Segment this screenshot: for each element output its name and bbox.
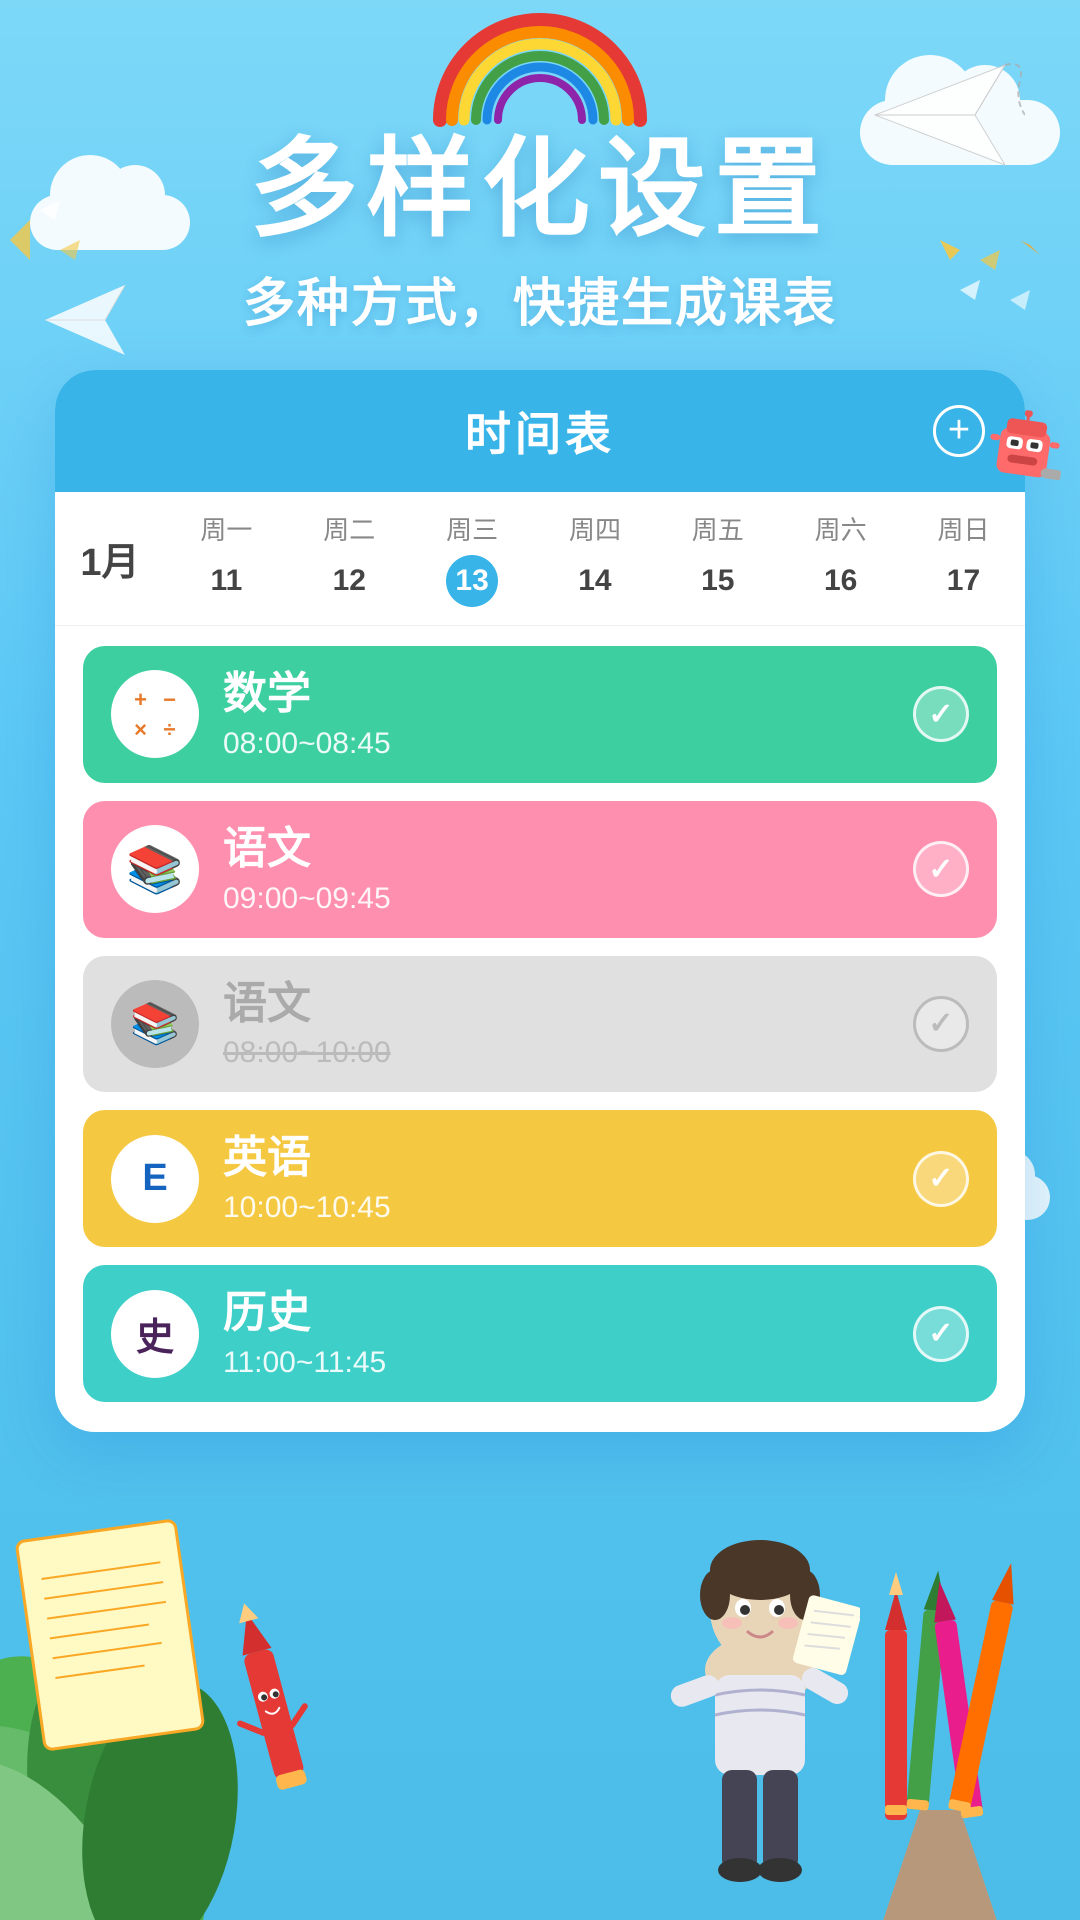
- day-num-label[interactable]: 16: [815, 555, 867, 607]
- schedule-item-3[interactable]: 📚 语文 08:00~10:00 ✓: [83, 956, 997, 1093]
- title-area: 多样化设置 多种方式，快捷生成课表: [0, 130, 1080, 336]
- yellow-paper-icon: [0, 1497, 226, 1772]
- day-num-label[interactable]: 11: [200, 555, 252, 607]
- rainbow-icon: [430, 10, 650, 130]
- schedule-name-4: 英语: [223, 1132, 889, 1185]
- checkmark-icon: ✓: [928, 1161, 953, 1196]
- math-icon: +− ×÷: [128, 687, 182, 741]
- day-num-label[interactable]: 12: [323, 555, 375, 607]
- schedule-info-5: 历史 11:00~11:45: [223, 1287, 889, 1380]
- add-button[interactable]: +: [933, 405, 985, 457]
- history-icon: 史: [136, 1306, 174, 1361]
- schedule-info-1: 数学 08:00~08:45: [223, 668, 889, 761]
- day-name-label: 周四: [569, 510, 621, 547]
- schedule-item-5[interactable]: 史历史 11:00~11:45 ✓: [83, 1265, 997, 1402]
- day-num-label[interactable]: 13: [446, 555, 498, 607]
- day-cell-17[interactable]: 周日 17: [937, 510, 989, 607]
- schedule-info-4: 英语 10:00~10:45: [223, 1132, 889, 1225]
- day-cell-14[interactable]: 周四 14: [569, 510, 621, 607]
- schedule-check-3[interactable]: ✓: [913, 996, 969, 1052]
- schedule-icon-2: 📚: [111, 825, 199, 913]
- schedule-item-1[interactable]: +− ×÷ 数学 08:00~08:45 ✓: [83, 646, 997, 783]
- schedule-icon-3: 📚: [111, 980, 199, 1068]
- schedule-time-5: 11:00~11:45: [223, 1346, 889, 1380]
- month-label: 1月: [55, 510, 165, 607]
- plus-icon: +: [948, 411, 970, 449]
- schedule-time-2: 09:00~09:45: [223, 882, 889, 916]
- day-name-label: 周日: [937, 510, 989, 547]
- week-days: 周一 11 周二 12 周三 13 周四 14 周五 15 周六 16 周日 17: [165, 510, 1025, 607]
- schedule-check-1[interactable]: ✓: [913, 686, 969, 742]
- schedule-list: +− ×÷ 数学 08:00~08:45 ✓ 📚 语文 09:00~09:45 ✓ 📚 语文 08…: [55, 626, 1025, 1402]
- checkmark-icon: ✓: [928, 852, 953, 887]
- books-icon: 📚: [126, 842, 183, 897]
- sub-title: 多种方式，快捷生成课表: [0, 261, 1080, 336]
- day-name-label: 周六: [815, 510, 867, 547]
- schedule-time-1: 08:00~08:45: [223, 727, 889, 761]
- schedule-check-4[interactable]: ✓: [913, 1151, 969, 1207]
- schedule-item-4[interactable]: E 英语 10:00~10:45 ✓: [83, 1110, 997, 1247]
- schedule-name-5: 历史: [223, 1287, 889, 1340]
- schedule-info-3: 语文 08:00~10:00: [223, 978, 889, 1071]
- week-row: 1月 周一 11 周二 12 周三 13 周四 14 周五 15 周六 16 周日 17: [55, 492, 1025, 626]
- day-cell-12[interactable]: 周二 12: [323, 510, 375, 607]
- schedule-name-2: 语文: [223, 823, 889, 876]
- schedule-icon-4: E: [111, 1135, 199, 1223]
- main-title: 多样化设置: [0, 130, 1080, 249]
- day-name-label: 周一: [200, 510, 252, 547]
- background: 多样化设置 多种方式，快捷生成课表 时间表 + 1月 周一11周二12周三13周…: [0, 0, 1080, 1920]
- schedule-icon-1: +− ×÷: [111, 670, 199, 758]
- english-icon: E: [142, 1157, 167, 1200]
- day-num-label[interactable]: 17: [937, 555, 989, 607]
- schedule-check-5[interactable]: ✓: [913, 1306, 969, 1362]
- schedule-check-2[interactable]: ✓: [913, 841, 969, 897]
- checkmark-icon: ✓: [928, 1316, 953, 1351]
- schedule-card: 时间表 + 1月 周一 11 周二 12 周三 13 周四 14 周五 15 周六 16 周日 17 +−…: [55, 370, 1025, 1432]
- books-gray-icon: 📚: [130, 1000, 180, 1047]
- day-num-label[interactable]: 15: [692, 555, 744, 607]
- checkmark-icon: ✓: [928, 1006, 953, 1041]
- day-cell-16[interactable]: 周六 16: [815, 510, 867, 607]
- schedule-name-3: 语文: [223, 978, 889, 1031]
- schedule-name-1: 数学: [223, 668, 889, 721]
- day-cell-11[interactable]: 周一 11: [200, 510, 252, 607]
- day-name-label: 周三: [446, 510, 498, 547]
- day-num-label[interactable]: 14: [569, 555, 621, 607]
- robot-character: [975, 405, 1069, 520]
- kid-character: [660, 1520, 860, 1900]
- schedule-time-3: 08:00~10:00: [223, 1036, 889, 1070]
- schedule-icon-5: 史: [111, 1290, 199, 1378]
- schedule-item-2[interactable]: 📚 语文 09:00~09:45 ✓: [83, 801, 997, 938]
- schedule-info-2: 语文 09:00~09:45: [223, 823, 889, 916]
- day-cell-13[interactable]: 周三 13: [446, 510, 498, 607]
- card-title: 时间表: [465, 398, 615, 464]
- card-header: 时间表 +: [55, 370, 1025, 492]
- day-cell-15[interactable]: 周五 15: [692, 510, 744, 607]
- schedule-time-4: 10:00~10:45: [223, 1191, 889, 1225]
- day-name-label: 周二: [323, 510, 375, 547]
- day-name-label: 周五: [692, 510, 744, 547]
- checkmark-icon: ✓: [928, 697, 953, 732]
